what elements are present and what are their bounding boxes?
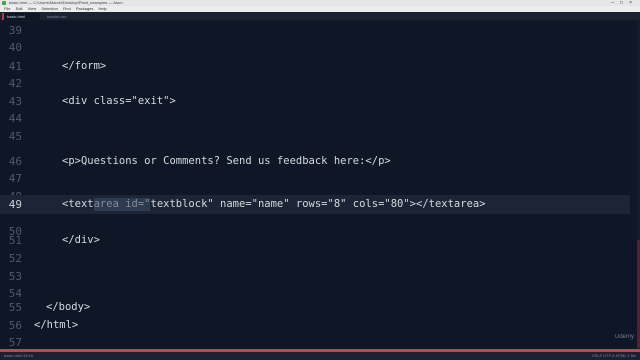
line-number: 51 [8, 234, 22, 247]
text-selection [94, 198, 150, 211]
status-file-info[interactable]: CRLF UTF-8 HTML 1 file [592, 352, 636, 360]
tab-header-css[interactable]: header.css [44, 13, 80, 20]
menu-view[interactable]: View [28, 6, 37, 11]
line-code: </body> [46, 301, 91, 313]
code-line: 40 [0, 38, 630, 57]
code-line: 42 [0, 74, 630, 93]
code-line: 44 [0, 109, 630, 128]
code-editor[interactable]: 39 40 41 </form> 42 43 <div class="exit"> … [0, 21, 640, 349]
status-cursor-position[interactable]: basic.html 49:16 [4, 352, 33, 360]
code-line-current: 49 <textarea id="textblock" name="name" … [0, 195, 630, 214]
code-line: 51 </div> [0, 231, 630, 250]
atom-app-icon [2, 1, 6, 5]
menu-help[interactable]: Help [99, 6, 107, 11]
line-number: 55 [8, 301, 22, 314]
line-code: </div> [62, 234, 100, 246]
line-number: 45 [8, 130, 22, 143]
menu-edit[interactable]: Edit [16, 6, 23, 11]
watermark-logo: Udemy [614, 334, 634, 340]
line-number: 47 [8, 172, 22, 185]
menu-selection[interactable]: Selection [41, 6, 57, 11]
menu-find[interactable]: Find [63, 6, 71, 11]
code-line: 47 [0, 169, 630, 188]
menu-file[interactable]: File [4, 6, 10, 11]
code-line: 52 [0, 249, 630, 268]
menu-packages[interactable]: Packages [76, 6, 94, 11]
code-line: 55 </body> [0, 298, 630, 317]
code-line: 45 [0, 127, 630, 146]
line-number: 40 [8, 41, 22, 54]
line-number: 44 [8, 112, 22, 125]
line-number: 49 [8, 198, 22, 211]
tab-basic-html[interactable]: basic.html [2, 13, 40, 20]
tab-bar: basic.html header.css [0, 12, 640, 21]
line-number: 52 [8, 252, 22, 265]
line-number: 42 [8, 77, 22, 90]
status-bar: basic.html 49:16 CRLF UTF-8 HTML 1 file [0, 352, 640, 360]
window-title: basic.html — C:\Users\Marcel\Desktop\Pla… [9, 0, 123, 5]
